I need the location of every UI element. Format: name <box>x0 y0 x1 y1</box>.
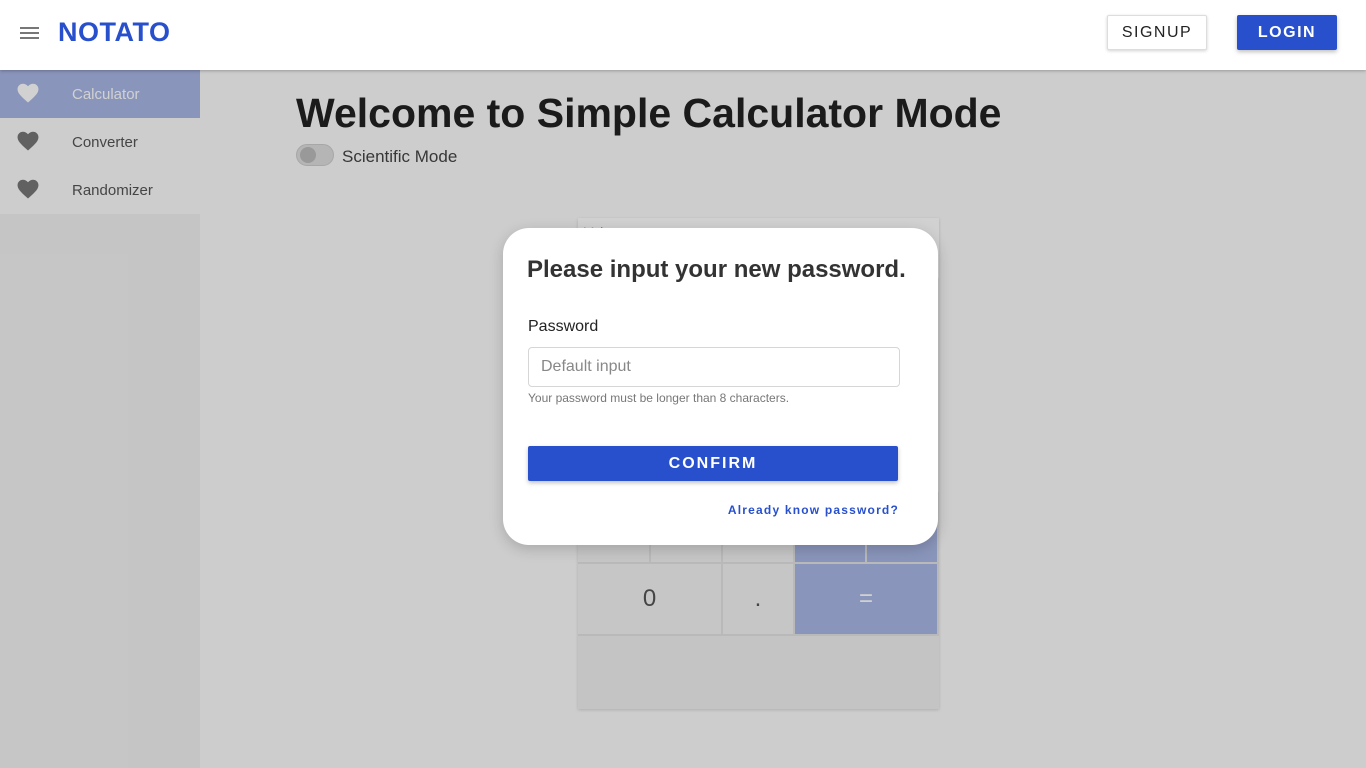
signup-button[interactable]: SIGNUP <box>1107 15 1207 50</box>
password-help-text: Your password must be longer than 8 char… <box>528 391 790 405</box>
new-password-dialog: Please input your new password. Password… <box>503 228 938 545</box>
dialog-title: Please input your new password. <box>527 256 906 283</box>
login-button[interactable]: LOGIN <box>1237 15 1337 50</box>
app-logo[interactable]: NOTATO <box>58 17 171 48</box>
password-input[interactable] <box>528 347 900 387</box>
confirm-button[interactable]: CONFIRM <box>528 446 898 481</box>
already-know-password-link[interactable]: Already know password? <box>728 503 899 517</box>
password-label: Password <box>528 318 599 335</box>
app-bar: NOTATO SIGNUP LOGIN <box>0 0 1366 70</box>
hamburger-menu-icon[interactable] <box>20 26 40 42</box>
